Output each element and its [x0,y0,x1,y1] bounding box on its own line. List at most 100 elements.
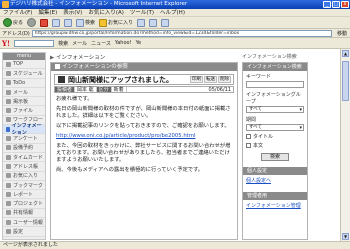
sidebar-item[interactable]: レポート [3,190,45,200]
sidebar-item-icon [6,210,11,216]
back-arrow-icon [3,18,12,27]
sidebar-item[interactable]: アドレス帳 [3,162,45,172]
title-checkbox-row[interactable]: タイトル [243,132,307,141]
group-label: インフォメーショングループ [246,92,301,105]
address-bar: アドレス(D) https://groupw.dhw.co.jp/portal/… [0,29,350,38]
yahoo-toolbar-item[interactable]: 検索 [58,40,68,47]
sidebar-item-label: プロジェクト [13,201,44,208]
scroll-thumb[interactable] [342,61,349,101]
title-checkbox[interactable] [246,134,251,139]
yahoo-toolbar-item[interactable]: Ye [136,40,141,46]
category-value: 新着 [112,87,127,93]
sidebar-item-label: アンケート [13,136,38,143]
vertical-scrollbar[interactable]: ▲ ▼ [340,49,350,241]
search-submit-button[interactable]: 検索 [261,153,289,161]
keyword-input[interactable] [246,81,304,88]
sidebar-item-label: ファイル [13,108,34,115]
sidebar-item[interactable]: タイムカード [3,153,45,163]
sidebar-item-label: TOP [13,61,24,68]
author-key: 投稿者 [55,87,76,93]
sidebar-item[interactable]: メール [3,88,45,98]
article-panel-header: インフォメーションの参照 [51,63,237,71]
home-button[interactable] [64,18,73,27]
sidebar-item[interactable]: スケジュール [3,69,45,79]
sidebar-item-icon [6,154,11,160]
favorites-button[interactable]: お気に入り [99,18,134,27]
stop-button[interactable] [40,18,49,27]
article-meta: 投稿者 岡本 聡 区分 新着 05/06/11 [54,86,234,93]
sidebar-item-label: 設備予約 [13,145,34,152]
menu-edit[interactable]: 編集(E) [38,9,57,16]
maximize-button[interactable]: □ [332,1,340,8]
yahoo-toolbar-item[interactable]: メール [72,40,87,47]
sidebar-item[interactable]: ユーザー情報 [3,218,45,228]
sidebar-item[interactable]: 共有情報 [3,209,45,219]
minimize-button[interactable]: _ [323,1,331,8]
breadcrumb-text: インフォメーション [55,55,106,61]
sidebar-item[interactable]: 掲示板 [3,97,45,107]
info-icon [58,76,65,83]
sidebar-item-icon [6,80,11,86]
forward-article-button[interactable]: 転送 [204,76,217,83]
body-checkbox-row[interactable]: 本文 [243,141,307,150]
go-button[interactable]: 移動 [334,30,350,37]
history-button[interactable] [137,18,146,27]
sidebar-item[interactable]: ブックマーク [3,181,45,191]
keyword-label: キーワード [246,74,272,80]
refresh-button[interactable] [52,18,61,27]
title-checkbox-label: タイトル [253,134,274,140]
address-input[interactable]: https://groupw.dhw.co.jp/portal/Informat… [31,29,332,37]
group-select[interactable]: すべて [246,106,304,113]
scroll-down-icon[interactable]: ▼ [342,233,349,240]
personal-settings-link[interactable]: 個人設定へ [243,175,307,186]
author-value: 岡本 聡 [75,87,97,93]
mail-button[interactable] [149,18,158,27]
period-label: 期間 [246,117,257,123]
article-paragraph: 以下に掲載記事のリンクを貼っておきますので、ご確認をお願いします。 [56,123,230,129]
sidebar-item-icon [6,136,11,142]
ie-window-icon [2,1,9,8]
sidebar-item-icon [6,117,11,123]
admin-link[interactable]: インフォメーション管理 [243,200,307,211]
print-button[interactable] [161,18,170,27]
article-link[interactable]: http://www.oni.co.jp/article/product/pro… [56,133,195,139]
delete-article-button[interactable]: 削除 [218,76,231,83]
sidebar-item-icon [6,108,11,114]
sidebar-item-icon [6,201,11,207]
yahoo-logo[interactable]: Y! [2,39,10,48]
yahoo-toolbar-item[interactable]: ニュース [91,40,111,47]
sidebar-item-label: お気に入り [13,173,39,180]
sidebar-item[interactable]: プロジェクト [3,199,45,209]
sidebar-item-label: ユーザー情報 [13,219,43,226]
menu-favorites[interactable]: お気に入り(A) [88,9,124,16]
sidebar-item-icon [6,70,11,76]
menu-tools[interactable]: ツール(T) [130,9,154,16]
favorites-label: お気に入り [108,20,134,26]
period-select[interactable]: すべて [246,124,304,131]
sidebar-item[interactable]: 設備予約 [3,144,45,153]
menu-help[interactable]: ヘルプ(H) [160,9,185,16]
sidebar-item[interactable]: お気に入り [3,172,45,181]
sidebar-item-icon [6,228,11,234]
sidebar-item[interactable]: ファイル [3,106,45,116]
address-label: アドレス(D) [2,30,30,37]
sidebar-item-label: ToDo [13,79,26,86]
back-button[interactable]: 戻る [3,18,23,27]
web-page: menu TOP スケジュール ToDo メール 掲示板 ファイル ワークフロー インフォメー… [0,49,340,241]
yahoo-search-input[interactable] [14,39,55,47]
close-button[interactable]: x [341,1,349,8]
sidebar-item[interactable]: TOP [3,60,45,70]
scroll-up-icon[interactable]: ▲ [342,50,349,57]
sidebar-item-label: ブックマーク [13,182,44,189]
body-checkbox[interactable] [246,143,251,148]
sidebar-item[interactable]: ToDo [3,79,45,88]
yahoo-toolbar-item[interactable]: Yahoo! [115,40,132,46]
menu-view[interactable]: 表示(V) [63,9,82,16]
sidebar-item[interactable]: インフォメーション [3,123,45,136]
search-button[interactable]: 検索 [76,18,95,27]
print-article-button[interactable]: 印刷 [190,76,203,83]
sidebar-item[interactable]: 設定 [3,227,45,237]
forward-button[interactable] [27,18,37,27]
menu-bar: ファイル(F) 編集(E) 表示(V) お気に入り(A) ツール(T) ヘルプ(… [0,9,350,17]
menu-file[interactable]: ファイル(F) [3,9,32,16]
